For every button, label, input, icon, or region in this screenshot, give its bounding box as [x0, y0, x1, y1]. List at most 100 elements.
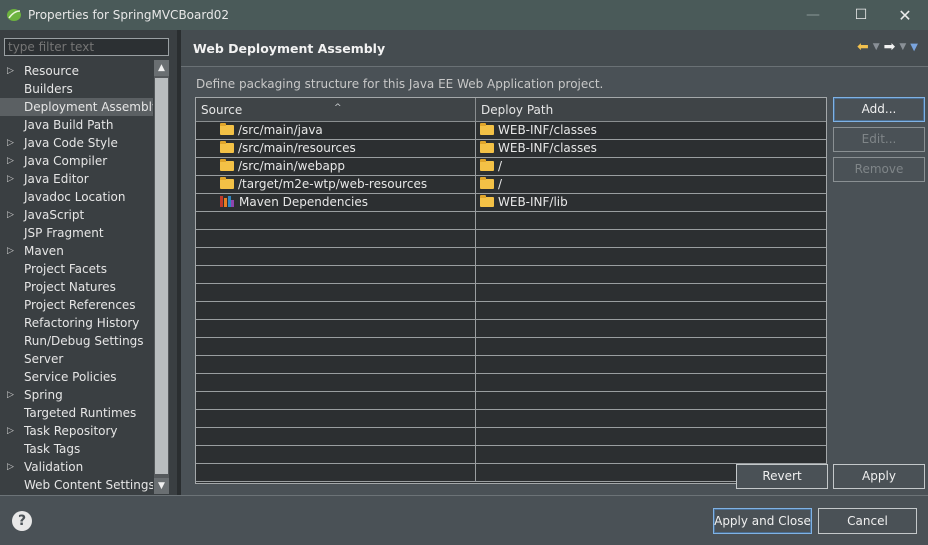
scroll-down-button[interactable]: ▼ — [154, 478, 169, 494]
filter-input[interactable] — [4, 38, 169, 56]
tree-item[interactable]: Project Facets — [0, 260, 153, 278]
source-cell — [196, 248, 476, 265]
deploy-path-cell — [476, 212, 826, 229]
tree-item[interactable]: Javadoc Location — [0, 188, 153, 206]
column-header-deploy-label: Deploy Path — [481, 103, 554, 117]
table-row — [196, 374, 826, 392]
expand-arrow-icon[interactable]: ▷ — [7, 206, 14, 224]
forward-dropdown-icon[interactable]: ▼ — [899, 42, 906, 52]
sort-ascending-icon: ^ — [334, 103, 342, 113]
source-cell — [196, 392, 476, 409]
tree-item[interactable]: ▷ Resource — [0, 62, 153, 80]
tree-item[interactable]: JSP Fragment — [0, 224, 153, 242]
remove-button[interactable]: Remove — [833, 157, 925, 182]
source-path: /src/main/resources — [238, 141, 356, 155]
table-row — [196, 410, 826, 428]
table-row[interactable]: /target/m2e-wtp/web-resources / — [196, 176, 826, 194]
deploy-path-cell — [476, 284, 826, 301]
tree-item[interactable]: Refactoring History — [0, 314, 153, 332]
tree-item[interactable]: Service Policies — [0, 368, 153, 386]
back-arrow-icon[interactable]: ⬅ — [857, 39, 869, 55]
tree-item[interactable]: Project Natures — [0, 278, 153, 296]
apply-and-close-button[interactable]: Apply and Close — [713, 508, 812, 534]
tree-item[interactable]: Run/Debug Settings — [0, 332, 153, 350]
expand-arrow-icon[interactable]: ▷ — [7, 134, 14, 152]
deploy-path-cell: / — [476, 158, 826, 175]
page-description: Define packaging structure for this Java… — [196, 77, 604, 91]
folder-icon — [480, 141, 494, 153]
source-cell: /target/m2e-wtp/web-resources — [196, 176, 476, 193]
back-dropdown-icon[interactable]: ▼ — [873, 42, 880, 52]
tree-item-label: Deployment Assembly — [24, 100, 153, 114]
expand-arrow-icon[interactable]: ▷ — [7, 458, 14, 476]
deploy-path-cell — [476, 338, 826, 355]
column-header-source-label: Source — [201, 103, 243, 117]
expand-arrow-icon[interactable]: ▷ — [7, 242, 14, 260]
tree-item[interactable]: ▷ Maven — [0, 242, 153, 260]
tree-item[interactable]: Builders — [0, 80, 153, 98]
add-button[interactable]: Add... — [833, 97, 925, 122]
deploy-path-cell — [476, 248, 826, 265]
forward-arrow-icon[interactable]: ➡ — [884, 39, 896, 55]
expand-arrow-icon[interactable]: ▷ — [7, 152, 14, 170]
revert-button[interactable]: Revert — [736, 464, 828, 489]
apply-button[interactable]: Apply — [833, 464, 925, 489]
column-header-source[interactable]: Source ^ — [196, 98, 476, 121]
expand-arrow-icon[interactable]: ▷ — [7, 62, 14, 80]
deploy-path-cell — [476, 446, 826, 463]
window-title: Properties for SpringMVCBoard02 — [28, 8, 229, 22]
tree-item-label: Web Content Settings — [24, 478, 153, 492]
source-cell — [196, 338, 476, 355]
close-button[interactable]: ✕ — [882, 0, 928, 30]
page-header: Web Deployment Assembly ⬅ ▼ ➡ ▼ ▼ — [181, 30, 928, 66]
tree-item[interactable]: ▷ Spring — [0, 386, 153, 404]
source-cell: /src/main/resources — [196, 140, 476, 157]
table-row[interactable]: Maven Dependencies WEB-INF/lib — [196, 194, 826, 212]
tree-item[interactable]: Web Content Settings — [0, 476, 153, 494]
table-row[interactable]: /src/main/java WEB-INF/classes — [196, 122, 826, 140]
tree-scrollbar[interactable]: ▲ ▼ — [153, 60, 169, 494]
edit-button[interactable]: Edit... — [833, 127, 925, 152]
tree-item-label: Server — [24, 352, 64, 366]
table-row[interactable]: /src/main/webapp / — [196, 158, 826, 176]
scroll-thumb[interactable] — [155, 78, 168, 474]
tree-item[interactable]: ▷ Task Repository — [0, 422, 153, 440]
tree-item[interactable]: ▷ Java Editor — [0, 170, 153, 188]
dialog-footer: ? Apply and Close Cancel — [0, 496, 928, 545]
tree-item[interactable]: ▷ Java Code Style — [0, 134, 153, 152]
view-menu-icon[interactable]: ▼ — [910, 42, 918, 53]
tree-item[interactable]: ▷ JavaScript — [0, 206, 153, 224]
table-row — [196, 266, 826, 284]
tree-item-label: Builders — [24, 82, 73, 96]
tree-item[interactable]: Targeted Runtimes — [0, 404, 153, 422]
tree-item[interactable]: Project References — [0, 296, 153, 314]
source-cell: /src/main/webapp — [196, 158, 476, 175]
tree-item[interactable]: Deployment Assembly — [0, 98, 153, 116]
tree-item[interactable]: ▷ Validation — [0, 458, 153, 476]
deploy-path-cell: WEB-INF/classes — [476, 140, 826, 157]
tree-item-label: Java Code Style — [24, 136, 118, 150]
cancel-button[interactable]: Cancel — [818, 508, 917, 534]
source-path: /src/main/java — [238, 123, 323, 137]
table-row — [196, 248, 826, 266]
deploy-path-cell: WEB-INF/classes — [476, 122, 826, 139]
tree-item[interactable]: Task Tags — [0, 440, 153, 458]
expand-arrow-icon[interactable]: ▷ — [7, 170, 14, 188]
table-row — [196, 284, 826, 302]
source-cell: /src/main/java — [196, 122, 476, 139]
scroll-up-button[interactable]: ▲ — [154, 60, 169, 76]
tree-item[interactable]: ▷ Java Compiler — [0, 152, 153, 170]
column-header-deploy-path[interactable]: Deploy Path — [476, 98, 826, 121]
table-row — [196, 338, 826, 356]
minimize-button[interactable]: — — [790, 0, 836, 30]
tree-item[interactable]: Java Build Path — [0, 116, 153, 134]
tree-item-label: JavaScript — [24, 208, 85, 222]
expand-arrow-icon[interactable]: ▷ — [7, 422, 14, 440]
table-row — [196, 428, 826, 446]
maximize-button[interactable]: ☐ — [838, 0, 884, 30]
tree-item[interactable]: Server — [0, 350, 153, 368]
deploy-path-cell — [476, 230, 826, 247]
help-icon[interactable]: ? — [12, 511, 32, 531]
table-row[interactable]: /src/main/resources WEB-INF/classes — [196, 140, 826, 158]
expand-arrow-icon[interactable]: ▷ — [7, 386, 14, 404]
